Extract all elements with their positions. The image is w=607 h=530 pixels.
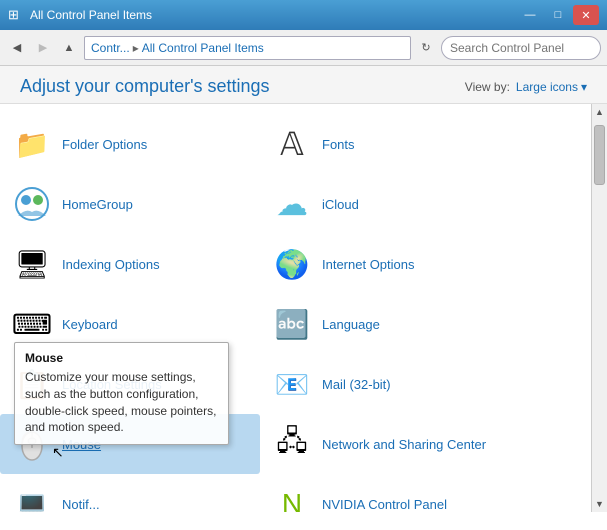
view-by: View by: Large icons ▾ bbox=[465, 80, 587, 94]
search-box[interactable]: 🔍 bbox=[441, 36, 601, 60]
view-by-selector[interactable]: Large icons ▾ bbox=[516, 80, 587, 94]
scroll-track[interactable] bbox=[592, 120, 607, 496]
grid-row: 💻 Notif... N NVIDIA Control Panel bbox=[0, 474, 591, 512]
address-bar: ◀ ▶ ▲ Contr... ▸ All Control Panel Items… bbox=[0, 30, 607, 66]
refresh-button[interactable]: ↻ bbox=[415, 37, 437, 59]
minimize-button[interactable]: — bbox=[517, 5, 543, 25]
tooltip: Mouse Customize your mouse settings, suc… bbox=[14, 342, 229, 445]
internet-options-icon: 🌍 bbox=[272, 244, 312, 284]
list-item[interactable]: 📁 Folder Options bbox=[0, 114, 260, 174]
items-container: 📁 Folder Options 𝔸 Fonts HomeG bbox=[0, 104, 607, 512]
title-bar-left: ⊞ All Control Panel Items bbox=[8, 7, 152, 23]
search-input[interactable] bbox=[450, 41, 605, 55]
grid-row: 📁 Folder Options 𝔸 Fonts bbox=[0, 114, 591, 174]
folder-options-label: Folder Options bbox=[62, 137, 147, 152]
language-label: Language bbox=[322, 317, 380, 332]
forward-button[interactable]: ▶ bbox=[32, 37, 54, 59]
list-item[interactable]: 💻 Notif... bbox=[0, 474, 260, 512]
nvidia-icon: N bbox=[272, 484, 312, 512]
network-sharing-icon: 🖧 bbox=[272, 424, 312, 464]
list-item[interactable]: 🖥 Indexing Options bbox=[0, 234, 260, 294]
title-bar: ⊞ All Control Panel Items — □ ✕ bbox=[0, 0, 607, 30]
app-icon: ⊞ bbox=[8, 7, 24, 23]
path-arrow-1: ▸ bbox=[133, 41, 139, 55]
fonts-icon: 𝔸 bbox=[272, 124, 312, 164]
list-item[interactable]: 🔤 Language bbox=[260, 294, 520, 354]
address-path[interactable]: Contr... ▸ All Control Panel Items bbox=[84, 36, 411, 60]
scroll-thumb[interactable] bbox=[594, 125, 605, 185]
tooltip-title: Mouse bbox=[25, 351, 218, 365]
list-item[interactable]: 📧 Mail (32-bit) bbox=[260, 354, 520, 414]
view-by-value: Large icons bbox=[516, 80, 578, 94]
page-title: Adjust your computer's settings bbox=[20, 76, 270, 97]
chevron-down-icon: ▾ bbox=[581, 80, 587, 94]
scroll-up-button[interactable]: ▲ bbox=[592, 104, 607, 120]
content-header: Adjust your computer's settings View by:… bbox=[0, 66, 607, 104]
list-item[interactable]: ☁ iCloud bbox=[260, 174, 520, 234]
network-sharing-label: Network and Sharing Center bbox=[322, 437, 486, 452]
window-title: All Control Panel Items bbox=[30, 8, 152, 22]
icloud-icon: ☁ bbox=[272, 184, 312, 224]
homegroup-icon bbox=[12, 184, 52, 224]
language-icon: 🔤 bbox=[272, 304, 312, 344]
path-segment-2: All Control Panel Items bbox=[142, 41, 264, 55]
scrollbar[interactable]: ▲ ▼ bbox=[591, 104, 607, 512]
icloud-label: iCloud bbox=[322, 197, 359, 212]
title-bar-buttons: — □ ✕ bbox=[517, 5, 599, 25]
notifications-label: Notif... bbox=[62, 497, 100, 512]
close-button[interactable]: ✕ bbox=[573, 5, 599, 25]
homegroup-label: HomeGroup bbox=[62, 197, 133, 212]
path-segment-1: Contr... bbox=[91, 41, 130, 55]
indexing-options-label: Indexing Options bbox=[62, 257, 160, 272]
notifications-icon: 💻 bbox=[12, 484, 52, 512]
items-grid: 📁 Folder Options 𝔸 Fonts HomeG bbox=[0, 104, 591, 512]
tooltip-description: Customize your mouse settings, such as t… bbox=[25, 369, 218, 436]
fonts-label: Fonts bbox=[322, 137, 355, 152]
list-item[interactable]: N NVIDIA Control Panel bbox=[260, 474, 520, 512]
keyboard-label: Keyboard bbox=[62, 317, 118, 332]
view-by-label: View by: bbox=[465, 80, 510, 94]
scroll-down-button[interactable]: ▼ bbox=[592, 496, 607, 512]
up-button[interactable]: ▲ bbox=[58, 37, 80, 59]
grid-row: 🖥 Indexing Options 🌍 Internet Options bbox=[0, 234, 591, 294]
mail-label: Mail (32-bit) bbox=[322, 377, 391, 392]
back-button[interactable]: ◀ bbox=[6, 37, 28, 59]
list-item[interactable]: 𝔸 Fonts bbox=[260, 114, 520, 174]
list-item[interactable]: HomeGroup bbox=[0, 174, 260, 234]
folder-options-icon: 📁 bbox=[12, 124, 52, 164]
list-item[interactable]: 🖧 Network and Sharing Center bbox=[260, 414, 520, 474]
maximize-button[interactable]: □ bbox=[545, 5, 571, 25]
nvidia-label: NVIDIA Control Panel bbox=[322, 497, 447, 512]
grid-row: HomeGroup ☁ iCloud bbox=[0, 174, 591, 234]
keyboard-icon: ⌨ bbox=[12, 304, 52, 344]
mail-icon: 📧 bbox=[272, 364, 312, 404]
list-item[interactable]: 🌍 Internet Options bbox=[260, 234, 520, 294]
internet-options-label: Internet Options bbox=[322, 257, 415, 272]
indexing-options-icon: 🖥 bbox=[12, 244, 52, 284]
